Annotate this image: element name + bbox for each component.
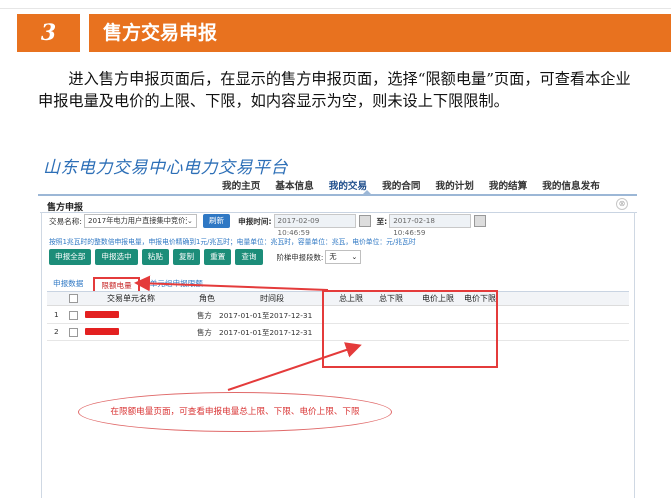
annotation-arrows [134,275,362,391]
section-number: 3 [17,14,80,52]
annotation-callout: 在限额电量页面，可查看申报电量总上限、下限、电价上限、下限 [78,392,392,432]
arrow-to-tab [134,275,329,292]
instruction-paragraph: 进入售方申报页面后，在显示的售方申报页面，选择“限额电量”页面，可查看本企业申报… [38,70,631,110]
app-screenshot: 山东电力交易中心电力交易平台 我的主页 基本信息 我的交易 我的合同 我的计划 … [38,150,637,498]
arrow-from-ellipse [227,342,362,391]
section-title: 售方交易申报 [89,14,671,52]
slide-top-rule [0,8,671,9]
